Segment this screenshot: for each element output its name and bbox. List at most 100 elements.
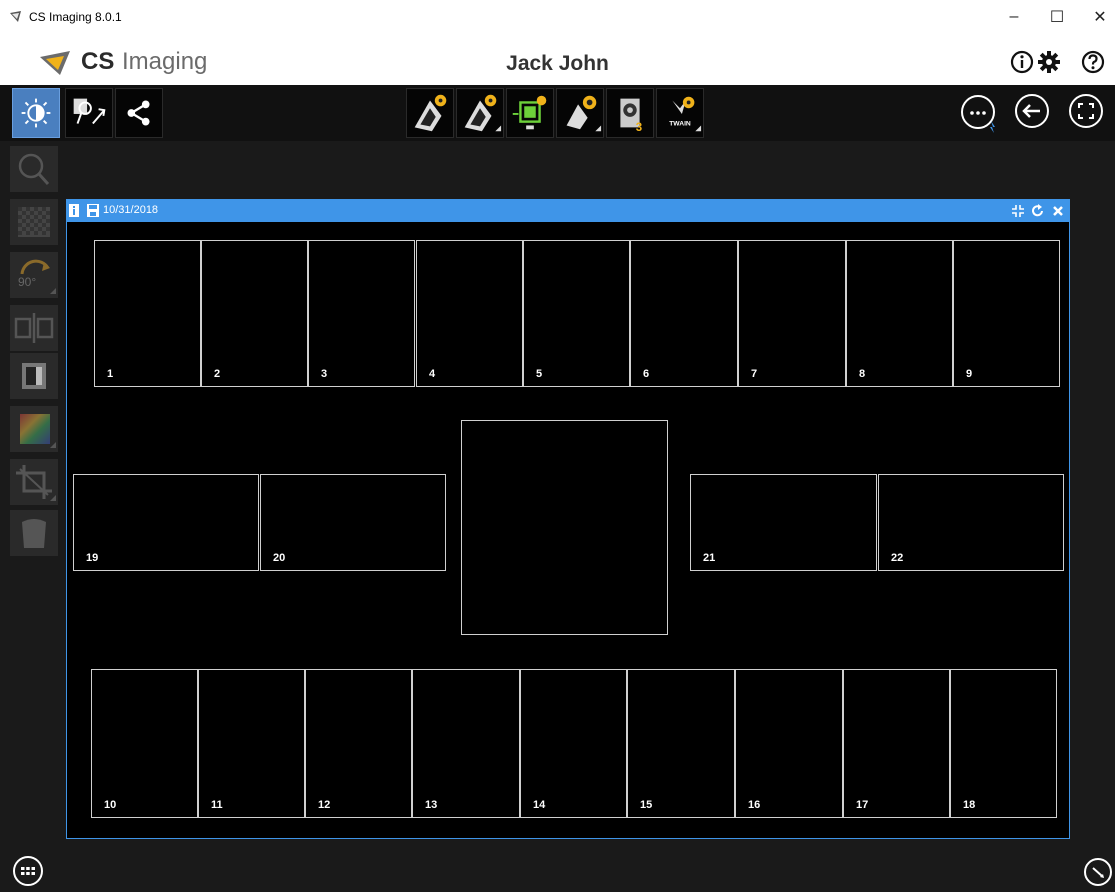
exam-date: 10/31/2018 <box>103 204 159 216</box>
image-slot-9[interactable]: 9 <box>953 240 1060 387</box>
slot-label: 19 <box>86 552 99 564</box>
cs-logo-icon <box>40 51 70 75</box>
mirror-icon <box>14 313 54 343</box>
image-slot-13[interactable]: 13 <box>412 669 520 818</box>
twain-label: TWAIN <box>669 120 691 127</box>
slot-label: 7 <box>751 368 758 380</box>
zoom-tool-button[interactable] <box>10 146 58 192</box>
filter-tool-button[interactable] <box>10 199 58 245</box>
maximize-button[interactable]: ☐ <box>1042 5 1072 29</box>
film-import-button[interactable]: 3 <box>606 88 654 138</box>
xray-acquisition-button[interactable] <box>406 88 454 138</box>
svg-text:90°: 90° <box>18 275 36 289</box>
share-button[interactable] <box>115 88 163 138</box>
sensor-gear-icon <box>566 95 602 132</box>
slot-label: 10 <box>104 799 117 811</box>
settings-gear-icon[interactable] <box>1037 50 1061 74</box>
image-slot-15[interactable]: 15 <box>627 669 735 818</box>
back-arrow-icon[interactable] <box>1014 93 1050 129</box>
image-slot-19[interactable]: 19 <box>73 474 259 571</box>
slot-label: 13 <box>425 799 438 811</box>
image-slot-16[interactable]: 16 <box>735 669 843 818</box>
crop-icon <box>16 465 56 501</box>
image-slot-12[interactable]: 12 <box>305 669 412 818</box>
image-slot-4[interactable]: 4 <box>416 240 523 387</box>
export-image-icon <box>73 98 106 125</box>
image-slot-3[interactable]: 3 <box>308 240 415 387</box>
app-icon <box>10 11 21 22</box>
slot-label: 22 <box>891 552 904 564</box>
share-icon <box>127 100 150 126</box>
more-options-icon[interactable] <box>959 93 1001 135</box>
image-slot-20[interactable]: 20 <box>260 474 446 571</box>
refresh-icon[interactable] <box>1031 204 1045 218</box>
image-slot-7[interactable]: 7 <box>738 240 846 387</box>
rotate-tool-button[interactable]: 90° <box>10 252 58 298</box>
image-slot-8[interactable]: 8 <box>846 240 953 387</box>
image-slot-2[interactable]: 2 <box>201 240 308 387</box>
info-small-icon[interactable] <box>69 204 81 218</box>
image-slot-1[interactable]: 1 <box>94 240 201 387</box>
fullscreen-icon[interactable] <box>1068 93 1104 129</box>
brightness-contrast-button[interactable] <box>12 88 60 138</box>
image-slot-18[interactable]: 18 <box>950 669 1057 818</box>
slot-label: 8 <box>859 368 866 380</box>
image-slot-17[interactable]: 17 <box>843 669 950 818</box>
slot-label: 18 <box>963 799 976 811</box>
minimize-button[interactable]: – <box>999 5 1029 29</box>
save-icon[interactable] <box>87 204 99 218</box>
image-slot-6[interactable]: 6 <box>630 240 738 387</box>
twain-icon: TWAIN <box>669 96 702 132</box>
collapse-icon[interactable] <box>1011 204 1025 218</box>
image-slot-11[interactable]: 11 <box>198 669 305 818</box>
close-window-button[interactable]: ✕ <box>1085 5 1115 29</box>
help-icon[interactable] <box>1081 50 1105 74</box>
rotate-90-icon: 90° <box>18 259 56 294</box>
window-title: CS Imaging 8.0.1 <box>29 10 122 24</box>
slot-label: 15 <box>640 799 653 811</box>
slot-label: 3 <box>321 368 328 380</box>
crop-tool-button[interactable] <box>10 459 58 505</box>
apps-grid-icon[interactable] <box>12 855 44 887</box>
slot-label: 6 <box>643 368 650 380</box>
info-icon[interactable] <box>1010 50 1034 74</box>
image-slot-21[interactable]: 21 <box>690 474 877 571</box>
slot-label: 17 <box>856 799 869 811</box>
exam-header: 10/31/2018 <box>67 200 1069 222</box>
slot-label: 11 <box>211 799 223 811</box>
export-button[interactable] <box>65 88 113 138</box>
film-reel-icon: 3 <box>620 98 642 134</box>
color-palette-button[interactable] <box>10 406 58 452</box>
tooth-tool-button[interactable] <box>10 510 58 556</box>
slot-label: 14 <box>533 799 546 811</box>
sensor-settings-button[interactable] <box>556 88 604 138</box>
slot-label: 1 <box>107 368 114 380</box>
twain-button[interactable]: TWAIN <box>656 88 704 138</box>
slot-label: 16 <box>748 799 761 811</box>
tooth-icon <box>22 519 46 548</box>
brand-name: CS <box>81 48 115 75</box>
phosphor-plate-icon <box>512 95 547 130</box>
exam-window: 10/31/2018 1 2 3 4 5 6 7 8 9 19 20 21 22… <box>66 199 1070 839</box>
filter-checker-icon <box>18 207 50 237</box>
image-slot-22[interactable]: 22 <box>878 474 1064 571</box>
close-exam-icon[interactable] <box>1051 204 1065 218</box>
magnifier-icon <box>18 153 50 186</box>
image-slot-5[interactable]: 5 <box>523 240 630 387</box>
svg-text:3: 3 <box>636 122 642 134</box>
mirror-tool-button[interactable] <box>10 305 58 351</box>
slot-label: 21 <box>703 552 716 564</box>
measure-tool-icon[interactable] <box>1083 857 1113 887</box>
slot-label: 12 <box>318 799 331 811</box>
image-slot-14[interactable]: 14 <box>520 669 627 818</box>
invert-icon <box>22 363 46 389</box>
slot-label: 20 <box>273 552 286 564</box>
color-gradient-icon <box>20 414 56 448</box>
image-slot-center[interactable] <box>461 420 668 635</box>
invert-tool-button[interactable] <box>10 353 58 399</box>
xray-sensor-2-icon <box>464 94 502 132</box>
image-slot-10[interactable]: 10 <box>91 669 198 818</box>
xray-sensor-2-button[interactable] <box>456 88 504 138</box>
window-titlebar: CS Imaging 8.0.1 – ☐ ✕ <box>0 0 1115 34</box>
phosphor-plate-button[interactable] <box>506 88 554 138</box>
